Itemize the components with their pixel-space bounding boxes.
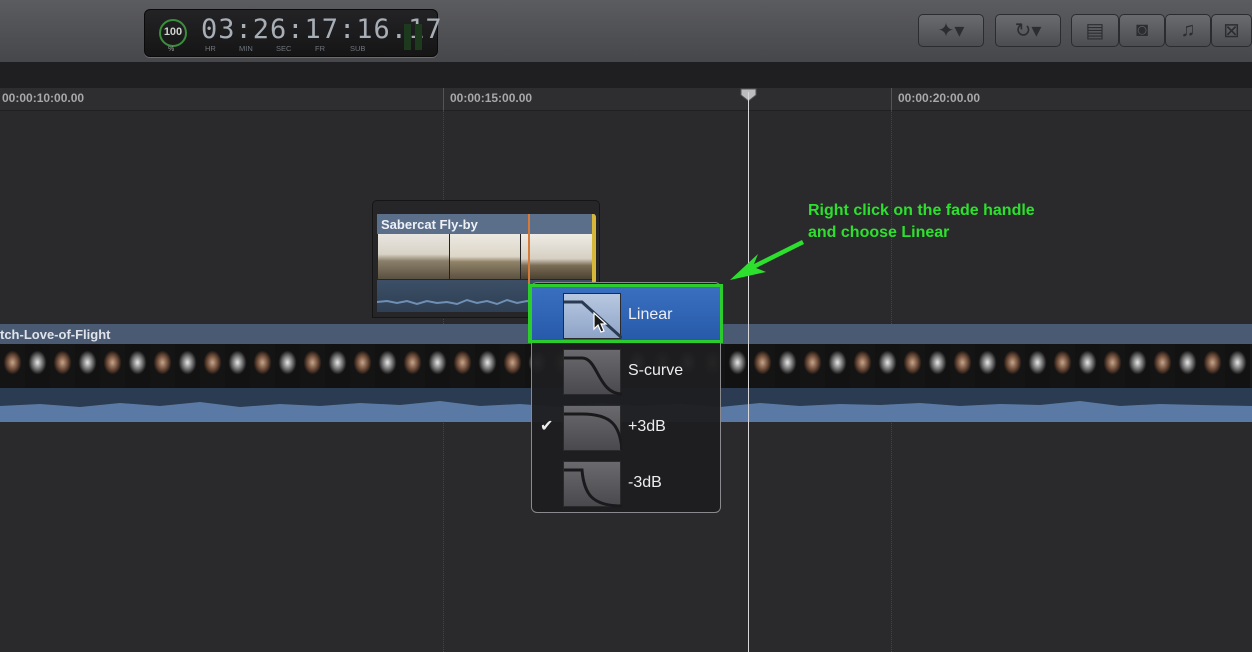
storyline-clip-title: tch-Love-of-Flight: [0, 327, 111, 342]
plus-3db-curve-icon: [563, 405, 622, 451]
camera-icon: ◙: [1135, 19, 1149, 41]
film-frame: [175, 344, 200, 388]
film-frame: [50, 344, 75, 388]
film-frame: [1200, 344, 1225, 388]
magic-wand-icon: ✦▾: [937, 20, 965, 42]
film-frame: [1125, 344, 1150, 388]
film-frame: [1000, 344, 1025, 388]
audio-meter-left: [404, 24, 411, 50]
film-frame: [800, 344, 825, 388]
film-frame: [875, 344, 900, 388]
menu-item-plus-3db[interactable]: ✔ +3dB: [532, 399, 720, 455]
retime-button[interactable]: ↻▾: [995, 14, 1061, 47]
unit-hr: HR: [205, 44, 216, 53]
film-frame: [450, 344, 475, 388]
film-frame: [1025, 344, 1050, 388]
ruler-tick: [891, 88, 892, 110]
timecode-display[interactable]: 100 % 03:26:17:16.17 HR MIN SEC FR SUB: [144, 9, 442, 57]
film-frame: [975, 344, 1000, 388]
music-note-icon: ♫: [1180, 19, 1196, 41]
annotation-line-1: Right click on the fade handle: [808, 202, 1035, 219]
film-frame: [300, 344, 325, 388]
menu-item-label: S-curve: [628, 362, 684, 379]
toolbar-strip: [0, 62, 1252, 89]
film-frame: [325, 344, 350, 388]
film-frame: [125, 344, 150, 388]
film-frame: [225, 344, 250, 388]
transitions-browser-button[interactable]: ⊠: [1211, 14, 1252, 47]
dial-value: 100: [163, 26, 183, 38]
annotation-arrow-icon: [730, 240, 804, 280]
connected-clip-title: Sabercat Fly-by: [381, 217, 478, 232]
film-frame: [25, 344, 50, 388]
minus-3db-curve-icon: [563, 461, 622, 508]
clip-selection-edge: [592, 214, 596, 284]
checkmark-icon: ✔: [540, 418, 554, 435]
ruler-label: 00:00:15:00.00: [450, 91, 533, 105]
film-frame: [825, 344, 850, 388]
photo-browser-button[interactable]: ◙: [1119, 14, 1165, 47]
unit-sub: SUB: [350, 44, 366, 53]
film-frame: [400, 344, 425, 388]
film-frame: [350, 344, 375, 388]
film-frame: [725, 344, 750, 388]
film-frame: [275, 344, 300, 388]
film-frame: [200, 344, 225, 388]
film-frame: [1150, 344, 1175, 388]
thumbnail-frame: [378, 234, 450, 279]
annotation-line-2: and choose Linear: [808, 224, 950, 241]
fade-handle-line[interactable]: [528, 214, 530, 284]
ruler-tick: [443, 88, 444, 110]
audio-meter-right: [415, 24, 422, 50]
film-frame: [1175, 344, 1200, 388]
film-frame: [425, 344, 450, 388]
connected-clip-filmstrip: [378, 234, 594, 279]
highlight-box: [528, 284, 723, 343]
film-frame: [1050, 344, 1075, 388]
filmstrip-icon: ▤: [1085, 20, 1105, 42]
film-frame: [1075, 344, 1100, 388]
menu-item-s-curve[interactable]: S-curve: [532, 343, 720, 399]
unit-sec: SEC: [276, 44, 292, 53]
film-frame: [750, 344, 775, 388]
menu-item-minus-3db[interactable]: -3dB: [532, 455, 720, 511]
unit-min: MIN: [239, 44, 253, 53]
film-frame: [1225, 344, 1250, 388]
film-frame: [475, 344, 500, 388]
film-frame: [1100, 344, 1125, 388]
menu-item-label: -3dB: [628, 474, 662, 491]
s-curve-icon: [563, 349, 622, 396]
film-frame: [500, 344, 525, 388]
film-frame: [150, 344, 175, 388]
mouse-cursor-icon: [593, 312, 608, 333]
thumbnail-frame: [521, 234, 594, 279]
clip-appearance-button[interactable]: ▤: [1071, 14, 1119, 47]
transitions-icon: ⊠: [1223, 20, 1240, 42]
film-frame: [0, 344, 25, 388]
music-browser-button[interactable]: ♫: [1165, 14, 1211, 47]
film-frame: [925, 344, 950, 388]
film-frame: [100, 344, 125, 388]
annotation-text: Right click on the fade handle and choos…: [808, 200, 1098, 244]
film-frame: [900, 344, 925, 388]
ruler-label: 00:00:10:00.00: [2, 91, 85, 105]
film-frame: [250, 344, 275, 388]
unit-fr: FR: [315, 44, 325, 53]
zoom-dial-icon: 100: [159, 19, 187, 47]
playhead[interactable]: [748, 92, 749, 652]
film-frame: [950, 344, 975, 388]
dial-unit: %: [168, 46, 175, 53]
retime-icon: ↻▾: [1014, 20, 1042, 42]
film-frame: [850, 344, 875, 388]
magic-wand-button[interactable]: ✦▾: [918, 14, 984, 47]
film-frame: [775, 344, 800, 388]
menu-item-label: +3dB: [628, 418, 666, 435]
film-frame: [75, 344, 100, 388]
film-frame: [375, 344, 400, 388]
thumbnail-frame: [449, 234, 522, 279]
ruler-label: 00:00:20:00.00: [898, 91, 981, 105]
timecode-units: HR MIN SEC FR SUB: [201, 44, 391, 54]
timeline-ruler[interactable]: 00:00:10:00.00 00:00:15:00.00 00:00:20:0…: [0, 88, 1252, 111]
